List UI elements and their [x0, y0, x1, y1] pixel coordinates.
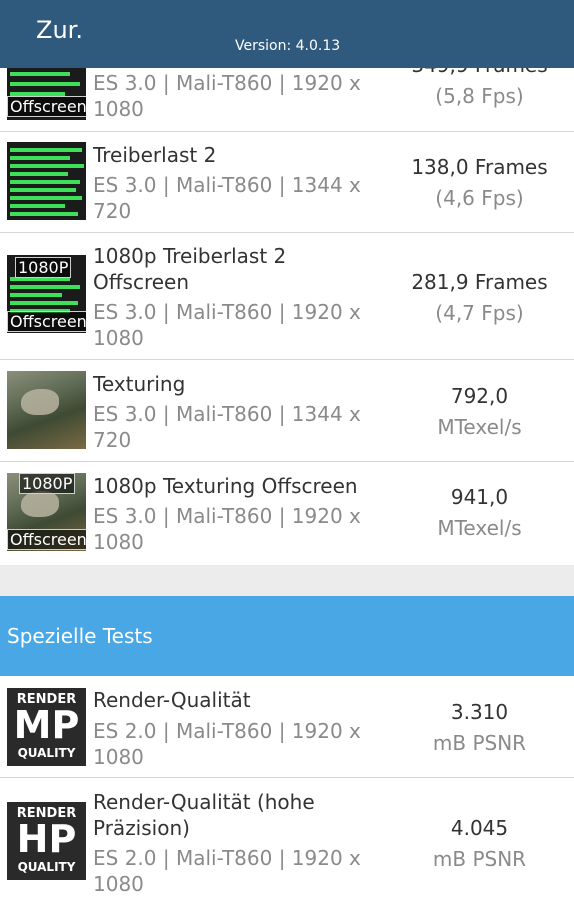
result-row[interactable]: Treiberlast 2 ES 3.0 | Mali-T860 | 1344 … [0, 132, 574, 233]
test-title: 1080p Treiberlast 2 Offscreen [93, 244, 287, 294]
offscreen-tag: Offscreen [7, 96, 86, 117]
app-header: Zur. Version: 4.0.13 [0, 0, 574, 68]
result-row[interactable]: RENDER HP QUALITY Render-Qualität (hohe … [0, 778, 574, 900]
test-subtitle: ES 3.0 | Mali-T860 | 1920 x 1080 [93, 300, 361, 350]
dinosaur-thumb-icon [7, 371, 86, 449]
test-title: Render-Qualität [93, 688, 251, 712]
test-score: 281,9 Frames (4,7 Fps) [392, 267, 567, 329]
score-unit: MTexel/s [437, 415, 522, 439]
test-subtitle: ES 3.0 | Mali-T860 | 1920 x 1080 [93, 71, 361, 121]
test-subtitle: ES 2.0 | Mali-T860 | 1920 x 1080 [93, 719, 361, 769]
badge-bottom: QUALITY [17, 860, 76, 874]
test-title: 1080p Texturing Offscreen [93, 474, 358, 498]
score-value: 792,0 [450, 384, 509, 408]
score-value: 138,0 Frames [411, 155, 548, 179]
score-value: 941,0 [450, 485, 509, 509]
badge-bottom: QUALITY [17, 746, 76, 760]
score-unit: (4,6 Fps) [435, 186, 524, 210]
test-score: 3.310 mB PSNR [392, 697, 567, 759]
driver-overhead-thumb-icon: 1080P Offscreen [7, 255, 86, 333]
offscreen-tag: Offscreen [7, 311, 86, 332]
render-quality-mp-icon: RENDER MP QUALITY [7, 688, 86, 766]
badge-big: HP [16, 817, 77, 861]
test-title: Render-Qualität (hohe Präzision) [93, 790, 315, 840]
render-quality-hp-icon: RENDER HP QUALITY [7, 802, 86, 880]
result-row[interactable]: RENDER MP QUALITY Render-Qualität ES 2.0… [0, 677, 574, 778]
result-row[interactable]: Texturing ES 3.0 | Mali-T860 | 1344 x 72… [0, 360, 574, 462]
offscreen-tag: Offscreen [7, 529, 86, 550]
score-unit: mB PSNR [432, 847, 527, 871]
test-score: 941,0 MTexel/s [392, 482, 567, 544]
test-subtitle: ES 3.0 | Mali-T860 | 1920 x 1080 [93, 504, 361, 554]
dinosaur-thumb-icon: 1080P Offscreen [7, 473, 86, 551]
section-header: Spezielle Tests [0, 596, 574, 676]
resolution-tag: 1080P [19, 473, 76, 494]
score-value: 3.310 [450, 700, 509, 724]
score-unit: MTexel/s [437, 516, 522, 540]
driver-overhead-thumb-icon [7, 142, 86, 220]
section-spacer [0, 565, 574, 596]
test-subtitle: ES 3.0 | Mali-T860 | 1344 x 720 [93, 402, 361, 452]
section-title: Spezielle Tests [7, 624, 153, 648]
test-title: Texturing [93, 372, 186, 396]
test-title: Treiberlast 2 [93, 143, 217, 167]
score-value: 281,9 Frames [411, 270, 548, 294]
back-button[interactable]: Zur. [36, 16, 83, 44]
resolution-tag: 1080P [15, 257, 72, 278]
test-subtitle: ES 3.0 | Mali-T860 | 1344 x 720 [93, 173, 361, 223]
result-row[interactable]: 1080P Offscreen 1080p Treiberlast 2 Offs… [0, 233, 574, 360]
score-unit: mB PSNR [432, 731, 527, 755]
test-score: 792,0 MTexel/s [392, 381, 567, 443]
badge-big: MP [13, 703, 80, 747]
test-score: 138,0 Frames (4,6 Fps) [392, 152, 567, 214]
score-unit: (5,8 Fps) [435, 84, 524, 108]
test-subtitle: ES 2.0 | Mali-T860 | 1920 x 1080 [93, 846, 361, 896]
version-label: Version: 4.0.13 [235, 38, 341, 54]
result-row[interactable]: 1080P Offscreen 1080p Texturing Offscree… [0, 462, 574, 564]
score-unit: (4,7 Fps) [435, 301, 524, 325]
score-value: 4.045 [450, 816, 509, 840]
test-score: 4.045 mB PSNR [392, 813, 567, 875]
